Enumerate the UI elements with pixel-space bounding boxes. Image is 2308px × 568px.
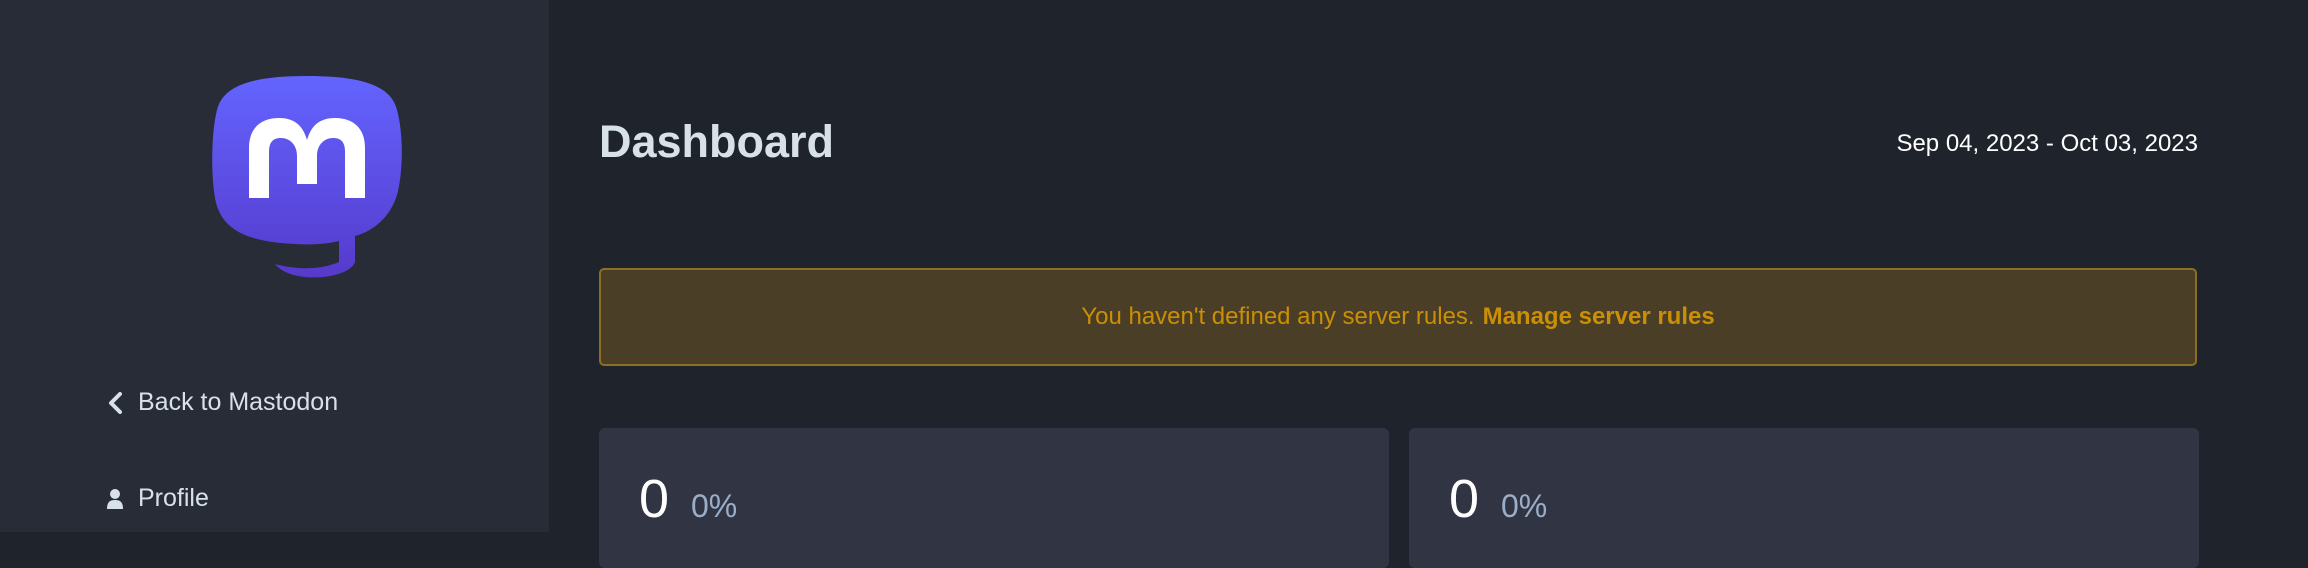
profile-label: Profile bbox=[138, 484, 209, 512]
chevron-left-icon bbox=[106, 391, 124, 415]
page-title: Dashboard bbox=[599, 116, 835, 167]
dashboard-card: 0 0% bbox=[1409, 428, 2199, 568]
card-change: 0% bbox=[1501, 488, 1548, 524]
sidebar-item-profile[interactable]: Profile bbox=[106, 484, 209, 513]
sidebar: Back to Mastodon Profile bbox=[0, 0, 549, 532]
warning-text: You haven't defined any server rules. bbox=[1081, 303, 1475, 330]
back-to-mastodon-link[interactable]: Back to Mastodon bbox=[106, 388, 338, 417]
mastodon-logo-icon[interactable] bbox=[211, 74, 403, 278]
date-range: Sep 04, 2023 - Oct 03, 2023 bbox=[1896, 130, 2198, 157]
card-value: 0 bbox=[639, 469, 670, 529]
server-rules-warning: You haven't defined any server rules. Ma… bbox=[599, 268, 2197, 366]
user-icon bbox=[106, 487, 124, 511]
main-content: Dashboard Sep 04, 2023 - Oct 03, 2023 Yo… bbox=[549, 0, 2308, 568]
card-value: 0 bbox=[1449, 469, 1480, 529]
manage-server-rules-link[interactable]: Manage server rules bbox=[1483, 303, 1715, 331]
back-to-mastodon-label: Back to Mastodon bbox=[138, 388, 339, 416]
card-change: 0% bbox=[691, 488, 738, 524]
dashboard-card: 0 0% bbox=[599, 428, 1389, 568]
